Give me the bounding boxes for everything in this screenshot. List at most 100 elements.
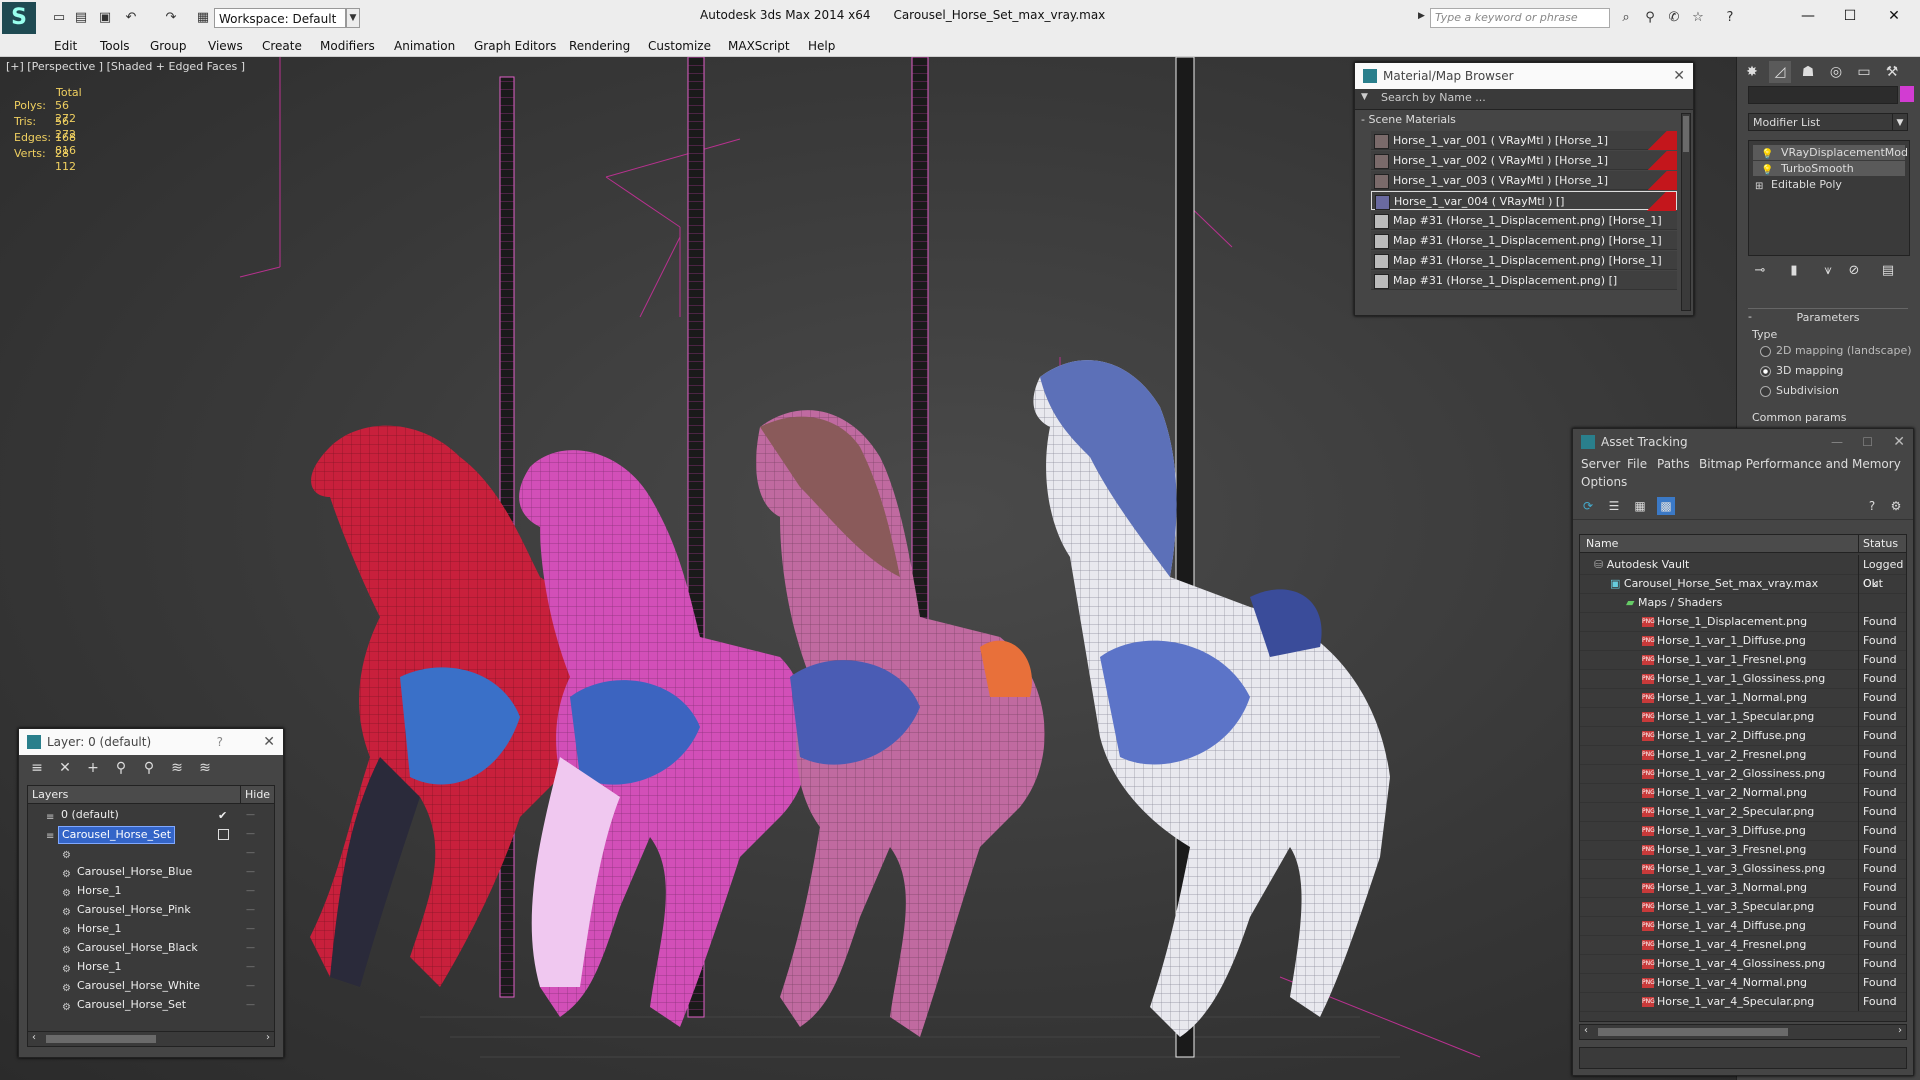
make-unique-icon[interactable]: ⩛ — [1818, 262, 1838, 280]
modifier-item[interactable]: ⊞ Editable Poly — [1753, 177, 1905, 192]
menu-maxscript[interactable]: MAXScript — [728, 39, 790, 53]
show-end-result-icon[interactable]: ▮ — [1784, 262, 1804, 280]
hierarchy-tab-icon[interactable]: ☗ — [1797, 61, 1819, 83]
open-file-icon[interactable]: ▤ — [72, 9, 90, 27]
communication-center-icon[interactable]: ✆ — [1664, 9, 1684, 27]
hide-toggle[interactable]: — — [246, 882, 255, 901]
scroll-thumb[interactable] — [46, 1035, 156, 1043]
layer-object-row[interactable]: ⚙ Carousel_Horse_Blue — — [28, 863, 274, 882]
hide-toggle[interactable]: — — [246, 920, 255, 939]
radio-2d-mapping[interactable] — [1760, 346, 1771, 357]
hide-toggle[interactable]: — — [246, 863, 255, 882]
display-tab-icon[interactable]: ▭ — [1853, 61, 1875, 83]
asset-row[interactable]: PNG Horse_1_var_1_Fresnel.png Found — [1580, 650, 1906, 670]
save-file-icon[interactable]: ▣ — [96, 9, 114, 27]
asset-row[interactable]: PNG Horse_1_var_2_Specular.png Found — [1580, 802, 1906, 822]
asset-row[interactable]: PNG Horse_1_var_2_Glossiness.png Found — [1580, 764, 1906, 784]
layer-row[interactable]: ≡ 0 (default) ✔ — — [28, 806, 274, 825]
asset-row[interactable]: PNG Horse_1_Displacement.png Found — [1580, 612, 1906, 632]
layer-object-row[interactable]: ⚙ Horse_1— — [28, 920, 274, 939]
modifier-item[interactable]: 💡 VRayDisplacementMod — [1753, 145, 1908, 160]
asset-row[interactable]: PNG Horse_1_var_4_Normal.png Found — [1580, 973, 1906, 993]
panel-title[interactable]: Material/Map Browser ✕ — [1355, 63, 1693, 89]
expand-plus-icon[interactable]: ⊞ — [1755, 179, 1763, 194]
asset-row[interactable]: PNG Horse_1_var_1_Glossiness.png Found — [1580, 669, 1906, 689]
scroll-thumb[interactable] — [1598, 1028, 1788, 1036]
hide-toggle[interactable]: — — [246, 825, 255, 844]
hide-all-layers-icon[interactable]: ≋ — [167, 759, 187, 777]
panel-title[interactable]: Asset Tracking — ☐ ✕ — [1573, 429, 1913, 455]
asset-row[interactable]: PNG Horse_1_var_3_Glossiness.png Found — [1580, 859, 1906, 879]
layer-object-row[interactable]: ⚙ Horse_1— — [28, 882, 274, 901]
help-icon[interactable]: ? — [1863, 497, 1881, 515]
search-icon[interactable]: ⚲ — [1640, 9, 1660, 27]
asset-row[interactable]: PNG Horse_1_var_4_Glossiness.png Found — [1580, 954, 1906, 974]
minimize-window-button[interactable]: — — [1788, 4, 1828, 28]
maximize-window-button[interactable]: ☐ — [1830, 4, 1870, 28]
hide-toggle[interactable]: — — [246, 901, 255, 920]
asset-row[interactable]: PNG Horse_1_var_1_Specular.png Found — [1580, 707, 1906, 727]
help-button[interactable]: ? — [217, 729, 223, 755]
hide-toggle[interactable]: — — [246, 806, 255, 825]
viewport-label[interactable]: [+] [Perspective ] [Shaded + Edged Faces… — [6, 60, 245, 73]
active-layer-check-icon[interactable]: ✔ — [218, 806, 227, 825]
menu-edit[interactable]: Edit — [54, 39, 77, 53]
menu-animation[interactable]: Animation — [394, 39, 455, 53]
column-header-layers[interactable]: Layers — [28, 786, 240, 804]
undo-icon[interactable]: ↶ — [122, 9, 140, 27]
minimize-icon[interactable]: — — [1831, 429, 1843, 455]
remove-modifier-icon[interactable]: ⊘ — [1844, 262, 1864, 280]
menu-group[interactable]: Group — [150, 39, 187, 53]
radio-3d-mapping[interactable] — [1760, 366, 1771, 377]
asset-menu-paths[interactable]: Paths — [1657, 457, 1690, 471]
hide-toggle[interactable]: — — [246, 996, 255, 1015]
new-file-icon[interactable]: ▭ — [50, 9, 68, 27]
column-header-hide[interactable]: Hide — [240, 786, 274, 804]
asset-row[interactable]: PNG Horse_1_var_3_Diffuse.png Found — [1580, 821, 1906, 841]
utilities-tab-icon[interactable]: ⚒ — [1881, 61, 1903, 83]
material-search-input[interactable]: ▼ Search by Name ... — [1355, 89, 1693, 110]
asset-row[interactable]: PNG Horse_1_var_3_Normal.png Found — [1580, 878, 1906, 898]
menu-tools[interactable]: Tools — [100, 39, 130, 53]
binoculars-icon[interactable]: ⌕ — [1616, 9, 1636, 27]
column-header-name[interactable]: Name — [1580, 535, 1858, 553]
workspace-dropdown[interactable]: Workspace: Default — [214, 8, 346, 28]
hide-toggle[interactable]: — — [246, 844, 255, 863]
material-scrollbar[interactable] — [1681, 113, 1691, 311]
table-view-icon[interactable]: ▦ — [1631, 497, 1649, 515]
menu-graph-editors[interactable]: Graph Editors — [474, 39, 556, 53]
menu-help[interactable]: Help — [808, 39, 835, 53]
map-item[interactable]: Map #31 (Horse_1_Displacement.png) [Hors… — [1371, 251, 1677, 270]
close-icon[interactable]: ✕ — [1673, 63, 1685, 89]
scroll-right-icon[interactable]: › — [266, 1032, 270, 1043]
modifier-item[interactable]: 💡 TurboSmooth — [1753, 161, 1905, 176]
help-icon[interactable]: ? — [1720, 9, 1740, 27]
menu-customize[interactable]: Customize — [648, 39, 711, 53]
modify-tab-icon[interactable]: ◿ — [1769, 61, 1791, 83]
configure-sets-icon[interactable]: ▤ — [1878, 262, 1898, 280]
list-view-icon[interactable]: ☰ — [1605, 497, 1623, 515]
layer-object-row[interactable]: ⚙ Carousel_Horse_Black — — [28, 939, 274, 958]
material-item[interactable]: Horse_1_var_003 ( VRayMtl ) [Horse_1] — [1371, 171, 1677, 190]
material-item[interactable]: Horse_1_var_004 ( VRayMtl ) [] — [1371, 191, 1677, 211]
grid-view-icon[interactable]: ▩ — [1657, 497, 1675, 515]
layer-object-row[interactable]: ⚙ — — [28, 844, 274, 863]
hide-toggle[interactable]: — — [246, 977, 255, 996]
create-layer-icon[interactable]: ≡ — [27, 759, 47, 777]
scroll-left-icon[interactable]: ‹ — [32, 1032, 36, 1043]
close-icon[interactable]: ✕ — [263, 729, 275, 755]
layer-object-row[interactable]: ⚙ Carousel_Horse_Set — — [28, 996, 274, 1015]
keyword-search-input[interactable]: Type a keyword or phrase — [1430, 8, 1610, 28]
layer-object-row[interactable]: ⚙ Carousel_Horse_White — — [28, 977, 274, 996]
lightbulb-icon[interactable]: 💡 — [1761, 163, 1773, 178]
asset-row[interactable]: ⛁ Autodesk Vault Logged Out — [1580, 555, 1906, 590]
asset-row[interactable]: PNG Horse_1_var_3_Specular.png Found — [1580, 897, 1906, 917]
create-tab-icon[interactable]: ✸ — [1741, 61, 1763, 83]
asset-menu-server[interactable]: Server — [1581, 457, 1620, 471]
asset-horizontal-scrollbar[interactable]: ‹ › — [1579, 1024, 1907, 1040]
layer-row[interactable]: ≡ Carousel_Horse_Set — — [28, 825, 274, 844]
asset-menu-options[interactable]: Options — [1581, 475, 1627, 489]
motion-tab-icon[interactable]: ◎ — [1825, 61, 1847, 83]
parameters-rollout-header[interactable]: - Parameters — [1748, 308, 1908, 325]
asset-row[interactable]: PNG Horse_1_var_2_Normal.png Found — [1580, 783, 1906, 803]
